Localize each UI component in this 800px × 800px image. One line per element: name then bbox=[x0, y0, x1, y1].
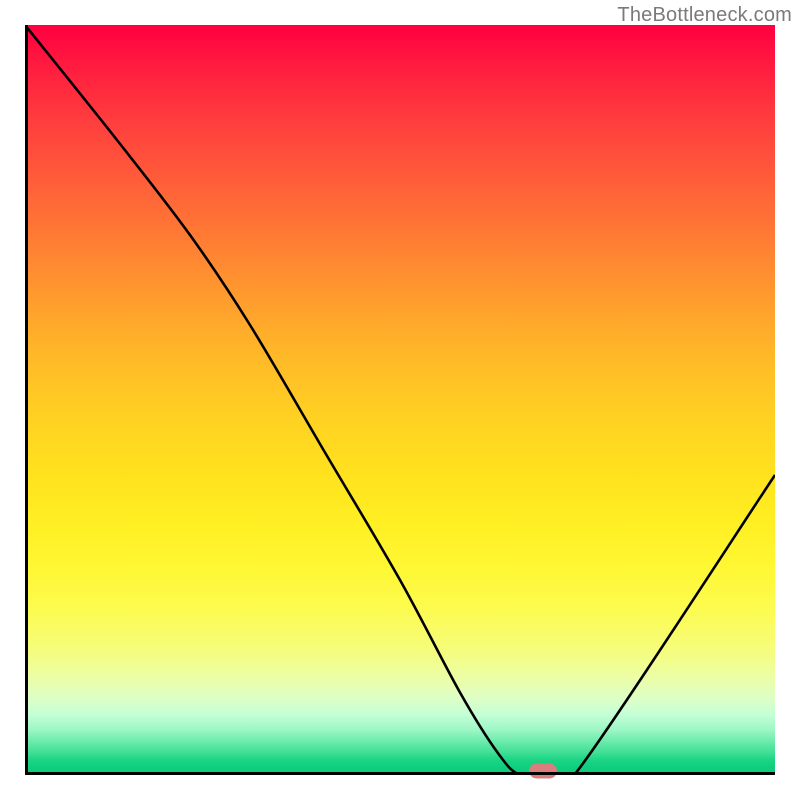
background-gradient bbox=[25, 25, 775, 775]
watermark-text: TheBottleneck.com bbox=[617, 4, 792, 27]
chart-stage: TheBottleneck.com bbox=[0, 0, 800, 800]
plot-area bbox=[25, 25, 775, 775]
